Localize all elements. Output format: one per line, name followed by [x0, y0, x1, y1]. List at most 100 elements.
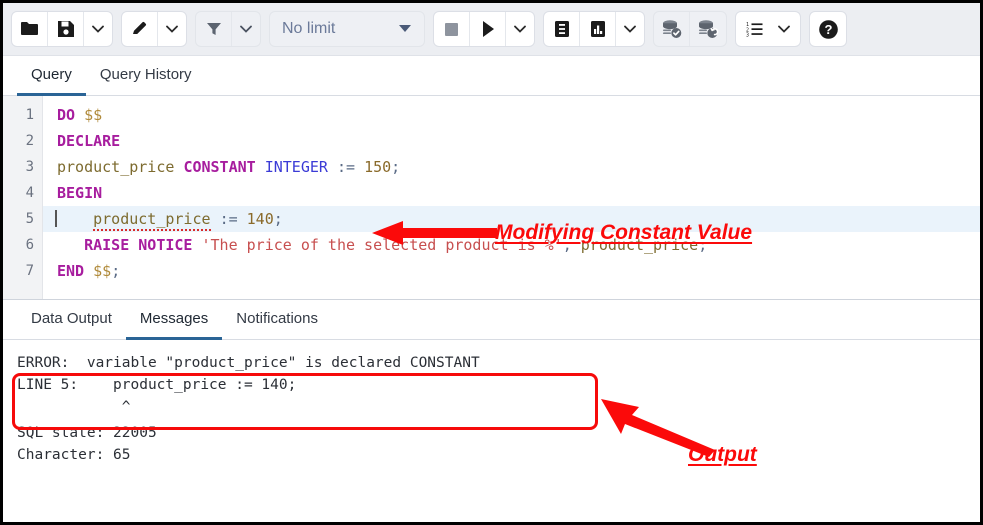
code-token: ;: [391, 158, 400, 176]
bar-chart-icon: [589, 20, 607, 38]
code-token: product_price: [93, 210, 210, 231]
help-button-group: ?: [809, 11, 847, 47]
folder-icon: [20, 20, 40, 38]
code-token: ;: [111, 262, 120, 280]
code-token: [211, 210, 220, 228]
code-token: DO: [57, 106, 75, 124]
edit-options-caret[interactable]: [158, 12, 186, 46]
save-icon: [57, 20, 75, 38]
code-line[interactable]: DECLARE: [43, 128, 980, 154]
save-options-caret[interactable]: [84, 12, 112, 46]
filter-button[interactable]: [196, 12, 232, 46]
rollback-button[interactable]: [690, 12, 726, 46]
line-number: 7: [3, 258, 42, 284]
execute-button[interactable]: [470, 12, 506, 46]
explain-button[interactable]: [544, 12, 580, 46]
code-line[interactable]: END $$;: [43, 258, 980, 284]
tab-notifications-label: Notifications: [236, 310, 318, 327]
funnel-icon: [205, 20, 223, 38]
commit-button[interactable]: [654, 12, 690, 46]
code-token: INTEGER: [265, 158, 328, 176]
code-token: [256, 158, 265, 176]
code-token: [84, 262, 93, 280]
chevron-down-icon: [240, 25, 252, 33]
list-numbered-icon: 1 2 3: [746, 21, 766, 37]
tab-query-history[interactable]: Query History: [86, 56, 206, 96]
code-token: 150: [364, 158, 391, 176]
database-check-icon: [661, 19, 683, 39]
filter-options-caret[interactable]: [232, 12, 260, 46]
execute-options-caret[interactable]: [506, 12, 534, 46]
stop-button[interactable]: [434, 12, 470, 46]
code-token: [328, 158, 337, 176]
code-token: [57, 210, 93, 228]
annotation-output: Output: [688, 443, 757, 467]
code-token: ;: [274, 210, 283, 228]
output-panel: Data Output Messages Notifications ERROR…: [3, 300, 980, 525]
character-line: Character: 65: [17, 444, 966, 466]
messages-content: ERROR: variable "product_price" is decla…: [3, 340, 980, 466]
macros-caret[interactable]: [772, 12, 800, 46]
sql-state-line: SQL state: 22005: [17, 422, 966, 444]
execute-button-group: [433, 11, 535, 47]
question-circle-icon: ?: [818, 19, 839, 40]
code-token: [57, 236, 84, 254]
play-icon: [480, 20, 496, 38]
chevron-down-icon: [778, 25, 790, 33]
pgadmin-query-tool-window: No limit: [0, 0, 983, 525]
code-token: [355, 158, 364, 176]
error-caret-marker: ^: [17, 396, 966, 418]
editor-code-area[interactable]: DO $$ DECLARE product_price CONSTANT INTEG…: [43, 96, 980, 299]
code-token: DECLARE: [57, 132, 120, 150]
macros-button-group: 1 2 3: [735, 11, 801, 47]
macros-button[interactable]: 1 2 3: [736, 12, 772, 46]
sql-editor[interactable]: 1234567 DO $$ DECLARE product_price CONSTA…: [3, 96, 980, 300]
code-token: 140: [247, 210, 274, 228]
explain-button-group: [543, 11, 645, 47]
chevron-down-icon: [624, 25, 636, 33]
error-message-line-2: LINE 5: product_price := 140;: [17, 374, 966, 396]
code-token: product_price: [57, 158, 174, 176]
tab-messages-label: Messages: [140, 310, 208, 327]
code-token: [192, 236, 201, 254]
file-button-group: [11, 11, 113, 47]
caret-down-icon: [398, 20, 412, 38]
explain-analyze-button[interactable]: [580, 12, 616, 46]
tab-notifications[interactable]: Notifications: [222, 300, 332, 340]
transaction-button-group: [653, 11, 727, 47]
output-tabbar: Data Output Messages Notifications: [3, 300, 980, 340]
tab-messages[interactable]: Messages: [126, 300, 222, 340]
explain-e-icon: [553, 20, 571, 38]
line-number: 6: [3, 232, 42, 258]
code-token: :=: [337, 158, 355, 176]
line-number: 3: [3, 154, 42, 180]
tab-data-output[interactable]: Data Output: [17, 300, 126, 340]
annotation-modifying-constant: Modifying Constant Value: [495, 221, 752, 245]
row-limit-select[interactable]: No limit: [269, 11, 425, 47]
code-token: $$: [93, 262, 111, 280]
explain-options-caret[interactable]: [616, 12, 644, 46]
line-number: 2: [3, 128, 42, 154]
svg-text:?: ?: [824, 22, 832, 37]
edit-button[interactable]: [122, 12, 158, 46]
code-line[interactable]: BEGIN: [43, 180, 980, 206]
tab-query[interactable]: Query: [17, 56, 86, 96]
save-file-button[interactable]: [48, 12, 84, 46]
error-message-line-1: ERROR: variable "product_price" is decla…: [17, 352, 966, 374]
edit-button-group: [121, 11, 187, 47]
tab-query-label: Query: [31, 66, 72, 83]
tab-data-output-label: Data Output: [31, 310, 112, 327]
open-file-button[interactable]: [12, 12, 48, 46]
code-token: [75, 106, 84, 124]
code-line[interactable]: DO $$: [43, 102, 980, 128]
stop-square-icon: [443, 21, 460, 38]
editor-gutter: 1234567: [3, 96, 43, 299]
line-number: 5: [3, 206, 42, 232]
code-line[interactable]: product_price CONSTANT INTEGER := 150;: [43, 154, 980, 180]
line-number: 1: [3, 102, 42, 128]
help-button[interactable]: ?: [810, 12, 846, 46]
chevron-down-icon: [514, 25, 526, 33]
code-token: [238, 210, 247, 228]
filter-button-group: [195, 11, 261, 47]
pencil-icon: [131, 20, 149, 38]
